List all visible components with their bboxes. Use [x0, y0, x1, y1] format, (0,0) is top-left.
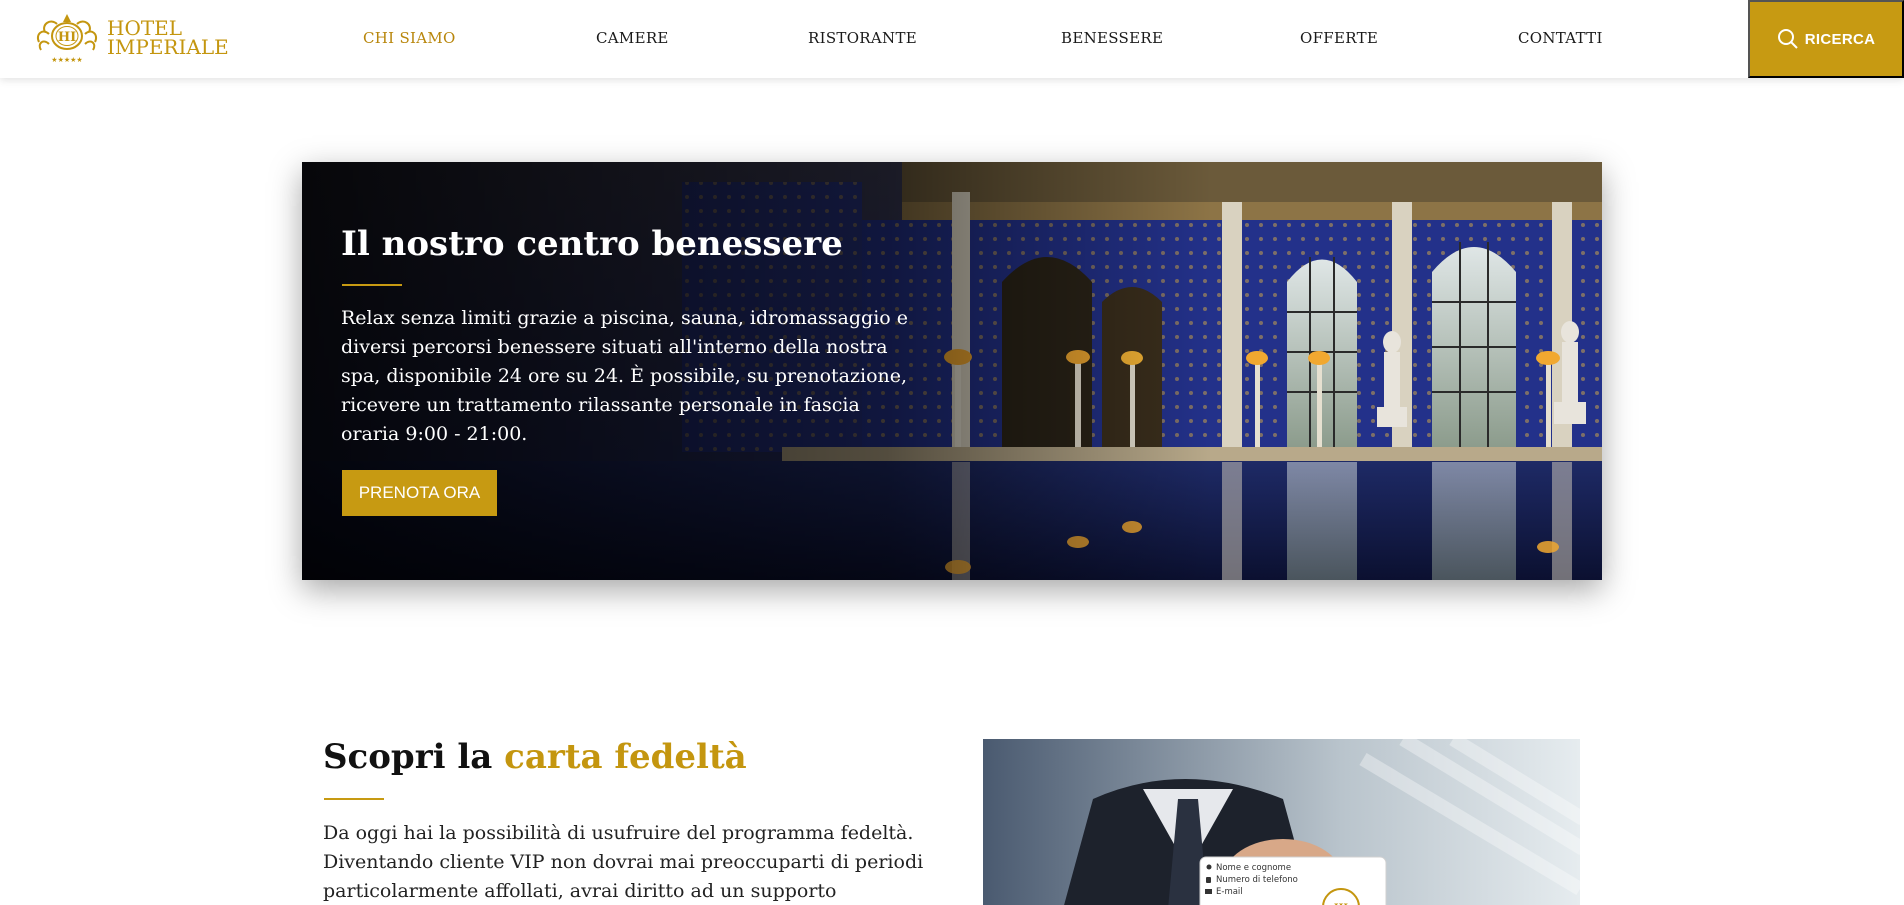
book-now-button[interactable]: PRENOTA ORA	[342, 470, 497, 516]
logo-line-2: IMPERIALE	[107, 35, 229, 59]
spa-banner: Il nostro centro benessere Relax senza l…	[302, 162, 1602, 580]
nav-item-benessere[interactable]: BENESSERE	[1061, 29, 1163, 47]
nav-item-ristorante[interactable]: RISTORANTE	[808, 29, 917, 47]
logo-stars: ★★★★★	[51, 56, 82, 64]
hero-description: Relax senza limiti grazie a piscina, sau…	[341, 307, 908, 445]
search-icon	[1777, 29, 1798, 49]
loyalty-title-plain: Scopri la	[323, 737, 493, 777]
nav-item-contatti[interactable]: CONTATTI	[1518, 29, 1603, 47]
nav-item-camere[interactable]: CAMERE	[596, 29, 669, 47]
logo-monogram: HI	[58, 30, 76, 45]
loyalty-title-accent: carta fedeltà	[504, 737, 747, 777]
nav-item-chi-siamo[interactable]: CHI SIAMO	[363, 29, 456, 47]
loyalty-divider	[324, 798, 384, 800]
card-field-phone: Numero di telefono	[1216, 875, 1298, 885]
search-button-label: RICERCA	[1804, 30, 1876, 48]
crown-emblem-icon: HI ★★★★★	[37, 14, 97, 64]
loyalty-title: Scopri la carta fedeltà	[323, 737, 747, 777]
search-button[interactable]: RICERCA	[1748, 0, 1904, 78]
nav-item-offerte[interactable]: OFFERTE	[1300, 29, 1378, 47]
site-header: HI ★★★★★ HOTEL IMPERIALE CHI SIAMO CAMER…	[0, 0, 1904, 78]
card-field-name: Nome e cognome	[1216, 863, 1291, 873]
card-field-email: E-mail	[1216, 887, 1243, 897]
loyalty-description: Da oggi hai la possibilità di usufruire …	[323, 822, 924, 902]
hotel-logo[interactable]: HI ★★★★★ HOTEL IMPERIALE	[31, 10, 231, 66]
hero-divider	[342, 284, 402, 286]
loyalty-card-image: Nome e cognome Numero di telefono E-mail…	[983, 739, 1580, 905]
hero-title: Il nostro centro benessere	[341, 224, 843, 264]
